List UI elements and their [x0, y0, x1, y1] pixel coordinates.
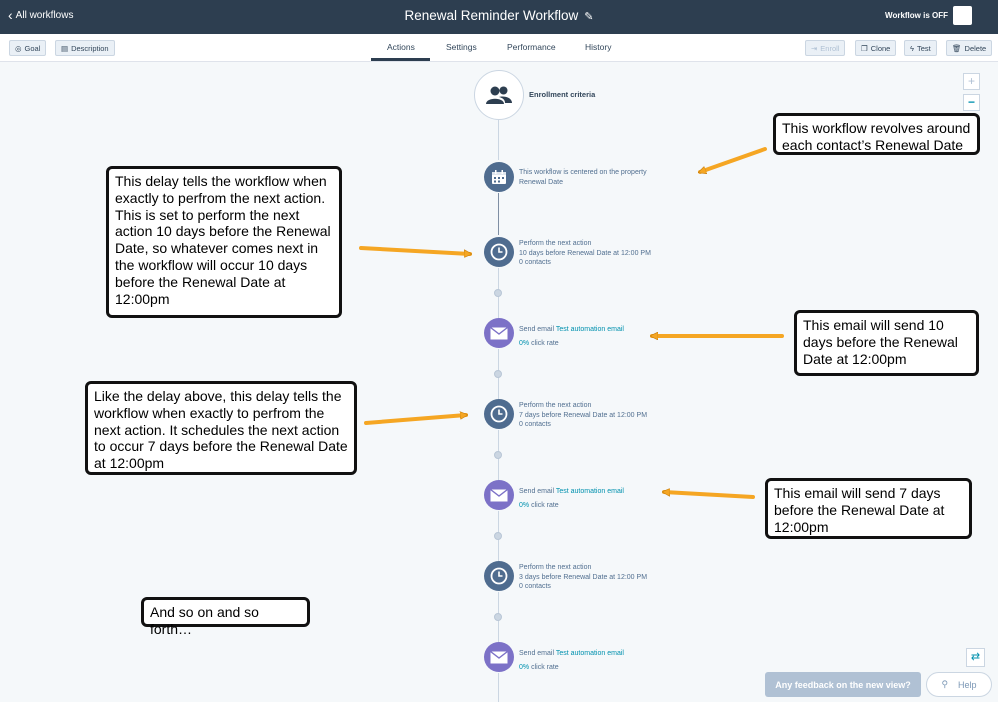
- annotation-arrow: [664, 492, 755, 499]
- annotation-arrows: [359, 147, 784, 499]
- annotation-arrow: [364, 415, 466, 425]
- annotation-arrow: [700, 147, 767, 172]
- feedback-button[interactable]: Any feedback on the new view?: [765, 672, 921, 697]
- annotation-arrow: [359, 246, 470, 254]
- search-icon: ⚲: [941, 679, 949, 689]
- swap-view-button[interactable]: ⇄: [966, 648, 985, 667]
- zoom-out-button[interactable]: −: [963, 94, 980, 111]
- help-label: Help: [958, 679, 977, 690]
- help-button[interactable]: ⚲ Help: [926, 672, 992, 697]
- swap-arrows-icon: ⇄: [970, 651, 981, 663]
- zoom-in-button[interactable]: +: [963, 73, 980, 90]
